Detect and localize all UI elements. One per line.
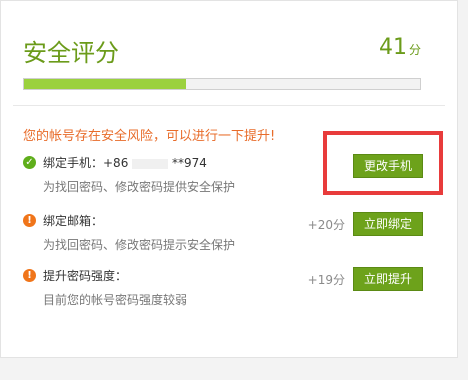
phone-binding-desc: 为找回密码、修改密码提供安全保护 [43, 180, 236, 194]
email-points: +20分 [307, 218, 345, 232]
exclamation-circle-icon: ! [23, 269, 36, 282]
check-circle-icon: ✓ [23, 156, 36, 169]
score-progress-bar [23, 78, 421, 90]
phone-binding-label: 绑定手机：+86 **974 [43, 156, 207, 170]
password-strength-item: ! 提升密码强度： 目前您的帐号密码强度较弱 +19分 立即提升 [23, 267, 433, 311]
password-points: +19分 [307, 273, 345, 287]
security-card: 安全评分 41 分 您的帐号存在安全风险，可以进行一下提升! ✓ 绑定手机：+86… [0, 0, 458, 358]
score-value: 41 [378, 35, 407, 60]
highlight-box [323, 131, 443, 195]
email-binding-label: 绑定邮箱： [43, 214, 104, 228]
password-strength-label: 提升密码强度： [43, 269, 128, 283]
page-title: 安全评分 [23, 39, 119, 67]
exclamation-circle-icon: ! [23, 214, 36, 227]
divider [13, 105, 445, 106]
score-progress-fill [24, 79, 187, 89]
improve-password-button[interactable]: 立即提升 [352, 267, 423, 291]
password-strength-desc: 目前您的帐号密码强度较弱 [43, 293, 188, 307]
risk-warning: 您的帐号存在安全风险，可以进行一下提升! [23, 129, 276, 144]
score-unit: 分 [408, 43, 421, 57]
email-binding-desc: 为找回密码、修改密码提示安全保护 [43, 238, 236, 252]
masked-phone-segment [132, 158, 169, 169]
security-score: 41 分 [379, 35, 421, 60]
bind-email-button[interactable]: 立即绑定 [352, 212, 423, 236]
email-binding-item: ! 绑定邮箱： 为找回密码、修改密码提示安全保护 +20分 立即绑定 [23, 212, 433, 256]
